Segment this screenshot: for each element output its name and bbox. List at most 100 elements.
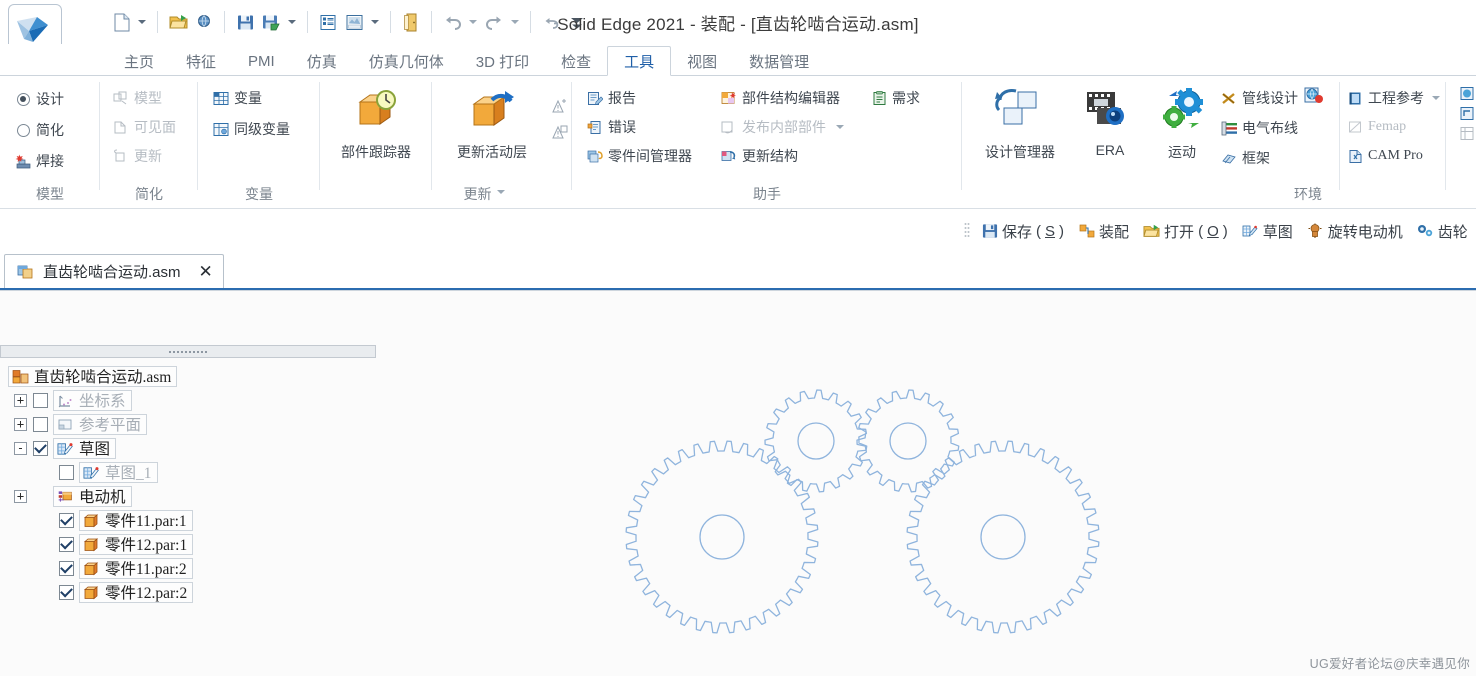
femap-button[interactable]: Femap — [1346, 114, 1440, 140]
visibility-checkbox[interactable] — [59, 512, 74, 528]
visibility-checkbox[interactable] — [33, 416, 48, 432]
report-button[interactable]: 报告 — [586, 85, 692, 111]
save-as-icon[interactable] — [258, 7, 284, 37]
quick-access-toolbar[interactable] — [108, 4, 590, 40]
visibility-checkbox[interactable] — [59, 536, 74, 552]
tab-3d-print[interactable]: 3D 打印 — [460, 46, 545, 76]
pathfinder-node-row[interactable]: 零件11.par:1 — [0, 508, 376, 532]
new-document-icon[interactable] — [108, 7, 134, 37]
pathfinder-node[interactable]: 草图 — [53, 437, 117, 459]
publish-icon[interactable] — [1460, 106, 1475, 121]
publish-internal-button[interactable]: 发布内部部件 — [720, 114, 844, 140]
assembly-structure-editor-button[interactable]: 部件结构编辑器 — [720, 85, 844, 111]
large-gear-right[interactable] — [906, 440, 1100, 634]
tab-view[interactable]: 视图 — [671, 46, 733, 76]
pathfinder-node-row[interactable]: - 草图 — [0, 436, 376, 460]
save-as-caret-icon[interactable] — [284, 7, 300, 37]
collapse-expander-icon[interactable]: - — [14, 441, 27, 455]
tab-inspect[interactable]: 检查 — [545, 46, 607, 76]
small-gear-right-bore[interactable] — [889, 422, 927, 460]
pathfinder-node-row[interactable]: 草图_1 — [0, 460, 376, 484]
tab-data-management[interactable]: 数据管理 — [733, 46, 825, 76]
tab-simulation[interactable]: 仿真 — [291, 46, 353, 76]
small-gear-right[interactable] — [856, 389, 960, 493]
cutaway-icon[interactable] — [1460, 86, 1475, 101]
simplify-visible-face-button[interactable]: 可见面 — [112, 114, 176, 140]
requirements-button[interactable]: 需求 — [870, 85, 920, 111]
print-preview-caret-icon[interactable] — [367, 7, 383, 37]
update-active-level-button[interactable]: 更新活动层 — [432, 84, 552, 162]
simplify-update-button[interactable]: 更新 — [112, 143, 176, 169]
update-links-icon[interactable] — [550, 124, 568, 142]
repeat-icon[interactable] — [538, 7, 564, 37]
expand-expander-icon[interactable]: + — [14, 417, 27, 431]
globe-icon[interactable] — [191, 7, 217, 37]
peer-variable-button[interactable]: 同级变量 — [212, 116, 290, 142]
redo-caret-icon[interactable] — [507, 7, 523, 37]
variable-table-button[interactable]: 变量 — [212, 85, 290, 111]
simplify-model-button[interactable]: 模型 — [112, 85, 176, 111]
large-gear-left[interactable] — [625, 440, 819, 634]
pathfinder-root-node[interactable]: 直齿轮啮合运动.asm — [8, 365, 178, 387]
open-folder-icon[interactable] — [165, 7, 191, 37]
pathfinder-node-row[interactable]: + 电动机 — [0, 484, 376, 508]
close-icon[interactable]: ✕ — [199, 263, 213, 280]
electrical-routing-button[interactable]: 电气布线 — [1220, 115, 1298, 141]
pathfinder-node[interactable]: 零件12.par:2 — [79, 581, 194, 603]
pathfinder-root-row[interactable]: 直齿轮啮合运动.asm — [0, 364, 376, 388]
small-gear-left-bore[interactable] — [797, 422, 835, 460]
pathfinder-node[interactable]: 草图_1 — [79, 461, 158, 483]
customize-qat-icon[interactable] — [564, 7, 590, 37]
document-tab[interactable]: 直齿轮啮合运动.asm ✕ — [4, 254, 224, 288]
tab-feature[interactable]: 特征 — [170, 46, 232, 76]
engineering-reference-button[interactable]: 工程参考 — [1346, 85, 1440, 111]
pathfinder-node-row[interactable]: 零件12.par:1 — [0, 532, 376, 556]
pathfinder-node[interactable]: 零件11.par:2 — [79, 557, 193, 579]
toolbar-open-button[interactable]: 打开(O) — [1136, 218, 1235, 244]
error-button[interactable]: 错误 — [586, 114, 692, 140]
pathfinder-node-row[interactable]: + 参考平面 — [0, 412, 376, 436]
chevron-down-icon[interactable] — [836, 125, 844, 129]
visibility-checkbox[interactable] — [59, 584, 74, 600]
tab-pmi[interactable]: PMI — [232, 46, 291, 76]
ribbon-tabs[interactable]: 主页 特征 PMI 仿真 仿真几何体 3D 打印 检查 工具 视图 数据管理 — [108, 44, 825, 76]
cam-pro-button[interactable]: CAM Pro — [1346, 143, 1440, 169]
toolbar-sketch-button[interactable]: 草图 — [1235, 218, 1300, 244]
chevron-down-icon[interactable] — [1432, 96, 1440, 100]
toolbar-gear-relation-button[interactable]: 齿轮 — [1410, 218, 1475, 244]
pathfinder-node-row[interactable]: + 坐标系 — [0, 388, 376, 412]
piping-design-button[interactable]: 管线设计 — [1220, 85, 1298, 111]
undo-icon[interactable] — [439, 7, 465, 37]
expand-expander-icon[interactable]: + — [14, 489, 27, 503]
visibility-checkbox[interactable] — [33, 440, 48, 456]
properties-icon[interactable] — [315, 7, 341, 37]
pathfinder-node[interactable]: 电动机 — [53, 485, 132, 507]
pathfinder-node[interactable]: 零件12.par:1 — [79, 533, 194, 555]
visibility-checkbox[interactable] — [59, 560, 74, 576]
toolbar-rotary-motor-button[interactable]: 旋转电动机 — [1300, 218, 1410, 244]
frame-button[interactable]: 框架 — [1220, 145, 1298, 171]
undo-caret-icon[interactable] — [465, 7, 481, 37]
toolbar-assemble-button[interactable]: 装配 — [1071, 218, 1136, 244]
redo-icon[interactable] — [481, 7, 507, 37]
exit-icon[interactable] — [398, 7, 424, 37]
visibility-checkbox[interactable] — [33, 392, 48, 408]
pathfinder-node[interactable]: 坐标系 — [53, 389, 132, 411]
model-weld-button[interactable]: 焊接 — [14, 148, 64, 174]
design-manager-button[interactable]: 设计管理器 — [966, 84, 1074, 162]
update-all-icon[interactable] — [550, 98, 568, 116]
pathfinder-node-row[interactable]: 零件12.par:2 — [0, 580, 376, 604]
report-table-icon[interactable] — [1460, 126, 1475, 141]
small-gear-left[interactable] — [764, 389, 868, 493]
model-design-radio[interactable]: 设计 — [14, 86, 64, 112]
motion-button[interactable]: 运动 — [1146, 84, 1218, 162]
pathfinder-node-row[interactable]: 零件11.par:2 — [0, 556, 376, 580]
xpres-icon[interactable] — [1304, 86, 1324, 105]
pathfinder-node[interactable]: 参考平面 — [53, 413, 148, 435]
interpart-manager-button[interactable]: 零件间管理器 — [586, 143, 692, 169]
new-document-caret-icon[interactable] — [134, 7, 150, 37]
tab-home[interactable]: 主页 — [108, 46, 170, 76]
assembly-tracker-button[interactable]: 部件跟踪器 — [320, 84, 432, 162]
print-preview-icon[interactable] — [341, 7, 367, 37]
expand-expander-icon[interactable]: + — [14, 393, 27, 407]
